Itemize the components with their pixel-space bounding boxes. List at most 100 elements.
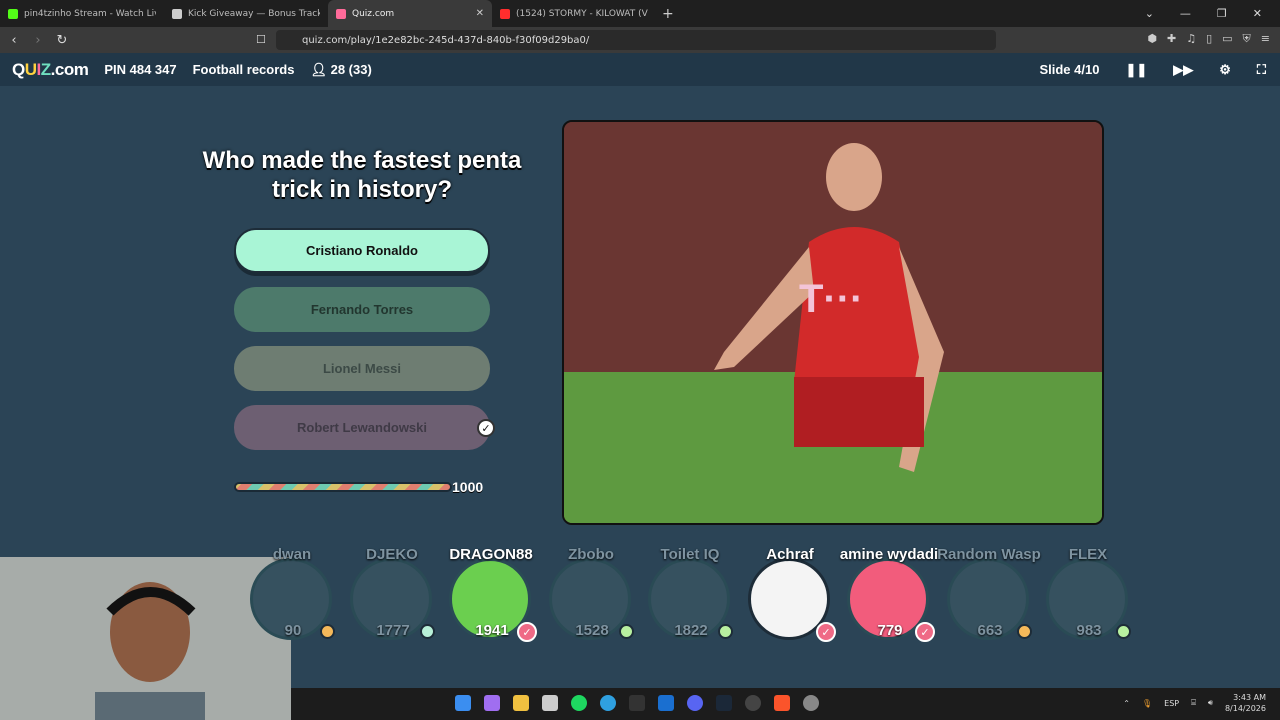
close-tab-icon[interactable]: ✕ bbox=[476, 8, 484, 19]
back-icon[interactable]: ‹ bbox=[4, 33, 24, 48]
answered-check-icon: ✓ bbox=[915, 622, 935, 642]
skip-icon[interactable]: ▶▶ bbox=[1173, 62, 1193, 78]
player-name: Toilet IQ bbox=[660, 546, 720, 563]
player-score: 983 bbox=[1076, 622, 1102, 639]
taskbar-apps bbox=[455, 695, 819, 711]
player-card: amine wydadi 779 ✓ bbox=[840, 546, 938, 642]
player-name: Random Wasp bbox=[937, 546, 1041, 563]
players-row: dwan 90 DJEKO 1777 DRAGON88 1941 ✓ Zbobo… bbox=[0, 540, 1280, 645]
player-name: DRAGON88 bbox=[449, 546, 533, 563]
obs-icon[interactable] bbox=[745, 695, 761, 711]
player-score: 1822 bbox=[674, 622, 708, 639]
question-image: T··· bbox=[562, 120, 1104, 525]
system-tray: ⌃ 🎙︎ ESP ⌸ 🔊︎ 3:43 AM 8/14/2026 bbox=[1123, 692, 1266, 714]
tab-quiz[interactable]: Quiz.com ✕ bbox=[328, 0, 492, 27]
status-dot bbox=[320, 624, 335, 639]
answer-option-1[interactable]: Cristiano Ronaldo bbox=[234, 228, 490, 273]
start-icon[interactable] bbox=[455, 695, 471, 711]
points-value: 1000 bbox=[452, 479, 484, 495]
answered-check-icon: ✓ bbox=[816, 622, 836, 642]
settings-app-icon[interactable] bbox=[803, 695, 819, 711]
puzzle-icon[interactable]: ✚ bbox=[1167, 32, 1176, 46]
wallet-icon[interactable]: ▭ bbox=[1222, 32, 1232, 46]
player-card: DJEKO 1777 bbox=[350, 546, 435, 642]
address-bar[interactable]: quiz.com/play/1e2e82bc-245d-437d-840b-f3… bbox=[276, 30, 996, 50]
bookmark-icon[interactable]: ☐ bbox=[256, 33, 266, 46]
fullscreen-icon[interactable]: ⛶ bbox=[1257, 62, 1266, 78]
kick-favicon-icon bbox=[8, 8, 18, 19]
tab-title: pin4tzinho Stream - Watch Live on Ki bbox=[24, 8, 156, 19]
status-dot bbox=[1116, 624, 1131, 639]
steam-icon[interactable] bbox=[716, 695, 732, 711]
edge-icon[interactable] bbox=[600, 695, 616, 711]
answer-option-3[interactable]: Lionel Messi bbox=[234, 346, 490, 391]
brave-icon[interactable] bbox=[774, 695, 790, 711]
media-icon[interactable]: ♫ bbox=[1186, 32, 1196, 46]
player-card: Achraf ✓ bbox=[748, 546, 836, 642]
menu-icon[interactable]: ≡ bbox=[1261, 32, 1270, 46]
volume-icon[interactable]: 🔊︎ bbox=[1208, 698, 1213, 708]
quiz-logo[interactable]: QUIZ.com bbox=[12, 60, 89, 80]
epic-games-icon[interactable] bbox=[629, 695, 645, 711]
sidebar-icon[interactable]: ▯ bbox=[1206, 32, 1212, 46]
settings-icon[interactable]: ⚙ bbox=[1219, 62, 1231, 78]
status-dot bbox=[718, 624, 733, 639]
player-name: FLEX bbox=[1068, 546, 1108, 563]
discord-icon[interactable] bbox=[687, 695, 703, 711]
player-score: 1528 bbox=[575, 622, 609, 639]
browser-tab-strip: pin4tzinho Stream - Watch Live on Ki Kic… bbox=[0, 0, 1280, 27]
mic-icon[interactable]: 🎙︎ bbox=[1142, 699, 1152, 708]
player-card: dwan 90 bbox=[250, 546, 335, 642]
player-card: DRAGON88 1941 ✓ bbox=[449, 546, 537, 642]
language-indicator[interactable]: ESP bbox=[1164, 699, 1179, 708]
close-window-icon[interactable]: ✕ bbox=[1253, 7, 1262, 20]
shield-icon[interactable]: ⛨ bbox=[1243, 32, 1251, 46]
quiz-favicon-icon bbox=[336, 8, 346, 19]
restore-icon[interactable]: ❐ bbox=[1217, 7, 1227, 20]
game-pin: PIN 484 347 bbox=[104, 62, 177, 77]
minimize-icon[interactable]: — bbox=[1180, 7, 1191, 20]
question-text: Who made the fastest penta trick in hist… bbox=[202, 147, 522, 203]
tray-chevron-icon[interactable]: ⌃ bbox=[1123, 699, 1130, 708]
navigation-bar: ‹ › ↻ ☐ quiz.com/play/1e2e82bc-245d-437d… bbox=[0, 27, 1280, 53]
extension-icon[interactable]: ⬢ bbox=[1147, 32, 1157, 46]
player-score: 1941 bbox=[475, 622, 509, 639]
quiz-title: Football records bbox=[192, 62, 295, 77]
new-tab-button[interactable]: + bbox=[656, 6, 680, 22]
player-name: dwan bbox=[272, 546, 312, 563]
answer-option-2[interactable]: Fernando Torres bbox=[234, 287, 490, 332]
person-icon: 👤︎ bbox=[310, 61, 331, 77]
outlook-icon[interactable] bbox=[658, 695, 674, 711]
window-controls: ⌄ — ❐ ✕ bbox=[1145, 0, 1280, 27]
reload-icon[interactable]: ↻ bbox=[52, 33, 72, 48]
bonus-favicon-icon bbox=[172, 8, 182, 19]
players-count: 👤︎ 28 (33) bbox=[310, 61, 372, 77]
player-name: Achraf bbox=[766, 546, 814, 563]
svg-text:T···: T··· bbox=[799, 277, 863, 321]
store-icon[interactable] bbox=[542, 695, 558, 711]
tab-youtube[interactable]: (1524) STORMY - KILOWAT (VISUALIZ bbox=[492, 0, 656, 27]
pause-icon[interactable]: ❚❚ bbox=[1125, 62, 1147, 78]
copilot-icon[interactable] bbox=[484, 695, 500, 711]
player-card: Random Wasp 663 bbox=[937, 546, 1041, 642]
extensions-area: ⬢ ✚ ♫ ▯ ▭ ⛨ ≡ bbox=[1147, 32, 1270, 46]
tab-kick-stream[interactable]: pin4tzinho Stream - Watch Live on Ki bbox=[0, 0, 164, 27]
quiz-controls: Slide 4/10 ❚❚ ▶▶ ⚙ ⛶ bbox=[1039, 53, 1266, 86]
player-name: Zbobo bbox=[568, 546, 614, 563]
player-score: 663 bbox=[977, 622, 1003, 639]
answered-check-icon: ✓ bbox=[517, 622, 537, 642]
tab-title: (1524) STORMY - KILOWAT (VISUALIZ bbox=[516, 8, 648, 19]
network-icon[interactable]: ⌸ bbox=[1191, 698, 1196, 708]
url-text: quiz.com/play/1e2e82bc-245d-437d-840b-f3… bbox=[302, 34, 590, 46]
tab-kick-giveaway[interactable]: Kick Giveaway — Bonus Tracker | Bon bbox=[164, 0, 328, 27]
answer-option-4[interactable]: Robert Lewandowski bbox=[234, 405, 490, 450]
tab-title: Quiz.com bbox=[352, 8, 395, 19]
player-score: 1777 bbox=[376, 622, 410, 639]
forward-icon[interactable]: › bbox=[28, 33, 48, 48]
clock[interactable]: 3:43 AM 8/14/2026 bbox=[1225, 692, 1266, 714]
tab-list-icon[interactable]: ⌄ bbox=[1145, 7, 1154, 20]
quiz-header: QUIZ.com PIN 484 347 Football records 👤︎… bbox=[0, 53, 1280, 86]
points-progress-bar bbox=[234, 482, 452, 492]
spotify-icon[interactable] bbox=[571, 695, 587, 711]
file-explorer-icon[interactable] bbox=[513, 695, 529, 711]
